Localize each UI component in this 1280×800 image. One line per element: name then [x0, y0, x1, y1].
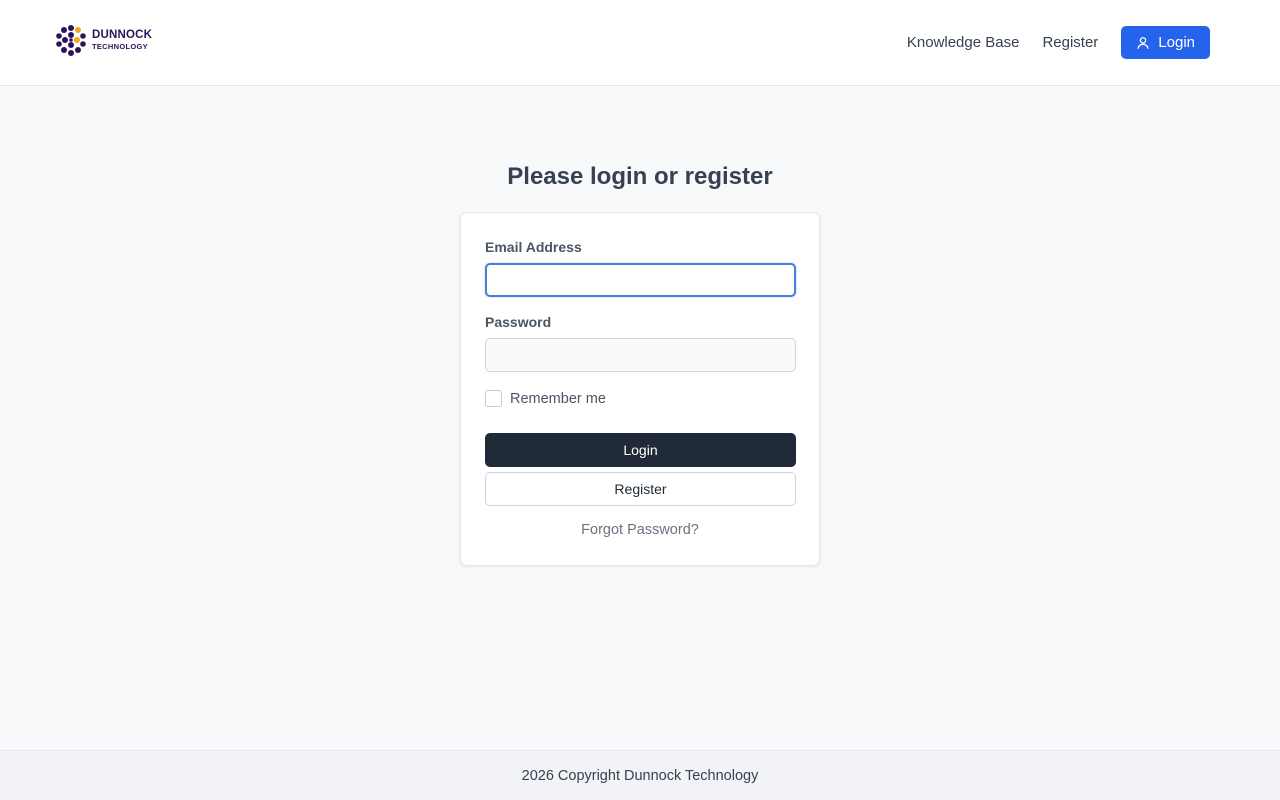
email-field[interactable]: [485, 263, 796, 297]
remember-me[interactable]: Remember me: [485, 390, 606, 407]
footer-copyright: 2026 Copyright Dunnock Technology: [521, 767, 759, 784]
top-nav: Knowledge Base Register Login: [907, 26, 1210, 59]
login-button[interactable]: Login: [485, 433, 796, 467]
nav-login-label: Login: [1158, 34, 1195, 51]
login-card: Email Address Password Remember me Login…: [460, 212, 820, 566]
logo[interactable]: DUNNOCK TECHNOLOGY: [54, 22, 158, 58]
page-title: Please login or register: [507, 163, 773, 190]
logo-line1: DUNNOCK: [92, 29, 153, 41]
nav-login-button[interactable]: Login: [1121, 26, 1210, 59]
password-field[interactable]: [485, 338, 796, 372]
header: DUNNOCK TECHNOLOGY Knowledge Base Regist…: [0, 0, 1280, 86]
forgot-password-link[interactable]: Forgot Password?: [461, 522, 819, 538]
logo-line2: TECHNOLOGY: [92, 41, 148, 51]
email-label: Email Address: [485, 239, 582, 255]
logo-text: DUNNOCK TECHNOLOGY: [92, 29, 153, 51]
password-label: Password: [485, 314, 552, 330]
nav-register-link[interactable]: Register: [1042, 34, 1098, 51]
dunnock-logo-icon: [55, 24, 87, 56]
footer: 2026 Copyright Dunnock Technology: [0, 750, 1280, 800]
user-icon: [1137, 36, 1149, 49]
register-button[interactable]: Register: [485, 472, 796, 506]
nav-knowledge-base-link[interactable]: Knowledge Base: [907, 34, 1020, 51]
remember-me-checkbox[interactable]: [485, 390, 502, 407]
remember-me-label[interactable]: Remember me: [510, 391, 606, 407]
